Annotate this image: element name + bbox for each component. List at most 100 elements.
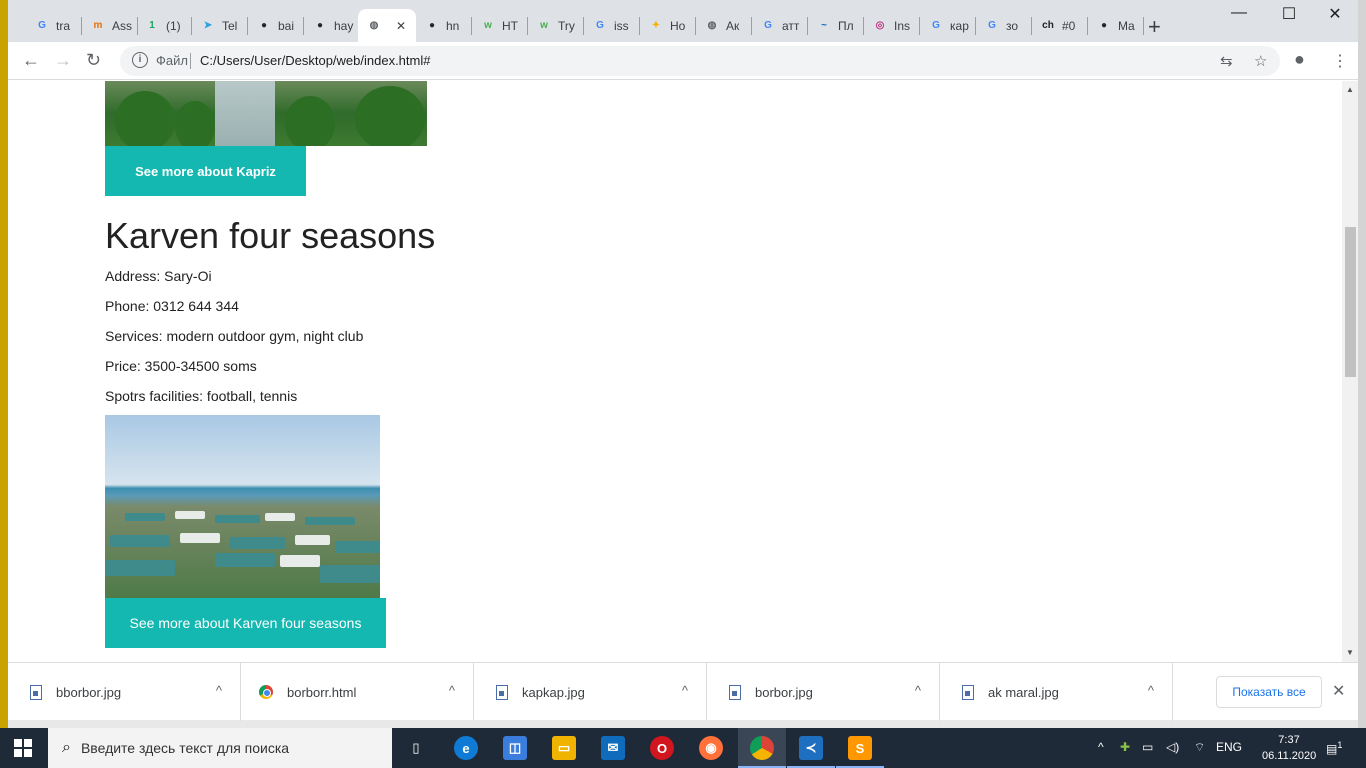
page-viewport: See more about Kapriz Karven four season… <box>8 81 1342 662</box>
tab-title: Ma <box>1118 18 1135 33</box>
tab-favicon-icon: ◍ <box>707 20 717 31</box>
browser-tab[interactable]: m Ass <box>82 9 138 42</box>
browser-tab[interactable]: ● hay <box>304 9 360 42</box>
tab-favicon-icon: ✦ <box>651 20 661 31</box>
maximize-button[interactable]: ☐ <box>1266 4 1312 24</box>
window-close-button[interactable]: ✕ <box>1312 4 1358 24</box>
hotel-title: Karven four seasons <box>105 215 436 256</box>
back-icon[interactable]: ← <box>22 50 40 71</box>
browser-tab[interactable]: ◎ Ins <box>864 9 920 42</box>
see-more-karven-button[interactable]: See more about Karven four seasons <box>105 598 386 648</box>
show-all-downloads-button[interactable]: Показать все <box>1216 676 1322 708</box>
battery-icon[interactable]: ▭ <box>1142 740 1153 754</box>
download-item[interactable]: borbor.jpg ^ <box>707 663 940 721</box>
opera-icon[interactable]: O <box>650 736 674 760</box>
tab-title: Ho <box>670 18 686 33</box>
browser-tab[interactable]: ◍ ✕ <box>358 9 416 42</box>
image-file-icon <box>30 684 42 700</box>
chevron-up-icon[interactable]: ^ <box>682 683 688 698</box>
tab-favicon-icon: G <box>764 20 772 31</box>
hotel-phone: Phone: 0312 644 344 <box>105 298 239 314</box>
image-file-icon <box>962 684 974 700</box>
language-indicator[interactable]: ENG <box>1216 740 1242 754</box>
vscode-icon[interactable]: ≺ <box>799 736 823 760</box>
task-view-icon[interactable]: ▯ <box>404 736 428 760</box>
tab-favicon-icon: ◍ <box>369 20 379 31</box>
desktop-edge-right <box>1358 0 1366 730</box>
tray-overflow-chevron-icon[interactable]: ^ <box>1098 740 1104 754</box>
sublime-text-icon[interactable]: S <box>848 736 872 760</box>
bookmark-star-icon[interactable]: ☆ <box>1254 52 1267 70</box>
browser-tab[interactable]: ✦ Ho <box>640 9 696 42</box>
tab-favicon-icon: ◎ <box>875 20 885 31</box>
mail-icon[interactable]: ✉ <box>601 736 625 760</box>
close-shelf-icon[interactable]: ✕ <box>1332 681 1345 701</box>
tab-favicon-icon: ● <box>1100 20 1108 31</box>
clock-time: 7:37 <box>1278 734 1300 746</box>
scroll-up-arrow-icon[interactable]: ▲ <box>1346 85 1354 94</box>
minimize-button[interactable]: — <box>1216 4 1262 22</box>
menu-kebab-icon[interactable]: ⋮ <box>1332 51 1348 71</box>
download-item[interactable]: ak maral.jpg ^ <box>940 663 1173 721</box>
browser-tab[interactable]: ch #0 <box>1032 9 1088 42</box>
tab-favicon-icon: ● <box>260 20 268 31</box>
chevron-up-icon[interactable]: ^ <box>1148 683 1154 698</box>
page-scrollbar[interactable]: ▲ ▼ <box>1342 81 1358 662</box>
store-icon[interactable]: ◫ <box>503 736 527 760</box>
browser-tab[interactable]: ~ Пл <box>808 9 864 42</box>
forward-icon[interactable]: → <box>54 50 72 71</box>
browser-tab[interactable]: w HT <box>472 9 528 42</box>
address-bar[interactable]: i Файл C:/Users/User/Desktop/web/index.h… <box>120 46 1280 76</box>
tab-favicon-icon: ➤ <box>203 20 213 31</box>
firefox-icon[interactable]: ◉ <box>699 736 723 760</box>
browser-tab[interactable]: Gзо <box>976 9 1032 42</box>
scroll-down-arrow-icon[interactable]: ▼ <box>1346 648 1354 657</box>
tab-favicon-icon: ● <box>428 20 436 31</box>
notifications-icon[interactable]: ▤1 <box>1326 740 1342 756</box>
download-filename: borbor.jpg <box>755 684 813 700</box>
download-item[interactable]: bborbor.jpg ^ <box>8 663 241 721</box>
chevron-up-icon[interactable]: ^ <box>216 683 222 698</box>
browser-tab[interactable]: Gtra <box>26 9 82 42</box>
browser-tab[interactable]: ● bai <box>248 9 304 42</box>
tab-title: Пл <box>838 18 854 33</box>
browser-tab[interactable]: ● Ma <box>1088 9 1144 42</box>
browser-tab[interactable]: Giss <box>584 9 640 42</box>
download-item[interactable]: kapkap.jpg ^ <box>474 663 707 721</box>
download-item[interactable]: borborr.html ^ <box>241 663 474 721</box>
site-info-icon[interactable]: i <box>132 52 148 68</box>
volume-icon[interactable]: ◁) <box>1166 740 1179 754</box>
windows-taskbar: ⌕ Введите здесь текст для поиска ▯ e ◫ ▭… <box>0 728 1366 768</box>
edge-icon[interactable]: e <box>454 736 478 760</box>
tab-title: атт <box>782 18 800 33</box>
file-explorer-icon[interactable]: ▭ <box>552 736 576 760</box>
scroll-thumb[interactable] <box>1345 227 1356 377</box>
tab-favicon-icon: w <box>484 20 492 31</box>
browser-tab[interactable]: 1 (1) <box>136 9 192 42</box>
chrome-taskbar-icon[interactable] <box>750 736 774 760</box>
url-text[interactable]: C:/Users/User/Desktop/web/index.html# <box>200 53 430 68</box>
hotel-sports: Spotrs facilities: football, tennis <box>105 388 298 404</box>
profile-icon[interactable]: ● <box>1294 49 1305 70</box>
clock[interactable]: 7:37 06.11.2020 <box>1262 732 1316 764</box>
tray-app-icon[interactable]: ✚ <box>1120 740 1130 754</box>
browser-tab[interactable]: ● hn <box>416 9 472 42</box>
browser-tab[interactable]: Gкар <box>920 9 976 42</box>
new-tab-button[interactable]: + <box>1148 14 1161 40</box>
translate-icon[interactable]: ⇆ <box>1220 52 1233 70</box>
network-icon[interactable]: ⌔ <box>1194 740 1205 755</box>
start-button[interactable] <box>14 739 32 757</box>
hotel-address: Address: Sary-Oi <box>105 268 212 284</box>
browser-tab[interactable]: ➤ Tel <box>192 9 248 42</box>
tab-title: Tel <box>222 18 238 33</box>
tab-close-icon[interactable]: ✕ <box>396 19 406 33</box>
chevron-up-icon[interactable]: ^ <box>915 683 921 698</box>
tab-favicon-icon: m <box>93 20 103 31</box>
browser-tab[interactable]: Gатт <box>752 9 808 42</box>
see-more-kapriz-button[interactable]: See more about Kapriz <box>105 146 306 196</box>
browser-tab[interactable]: ◍ Ак <box>696 9 752 42</box>
browser-tab[interactable]: w Try <box>528 9 584 42</box>
reload-icon[interactable]: ↻ <box>86 50 101 71</box>
taskbar-search[interactable]: ⌕ Введите здесь текст для поиска <box>48 728 392 768</box>
chevron-up-icon[interactable]: ^ <box>449 683 455 698</box>
